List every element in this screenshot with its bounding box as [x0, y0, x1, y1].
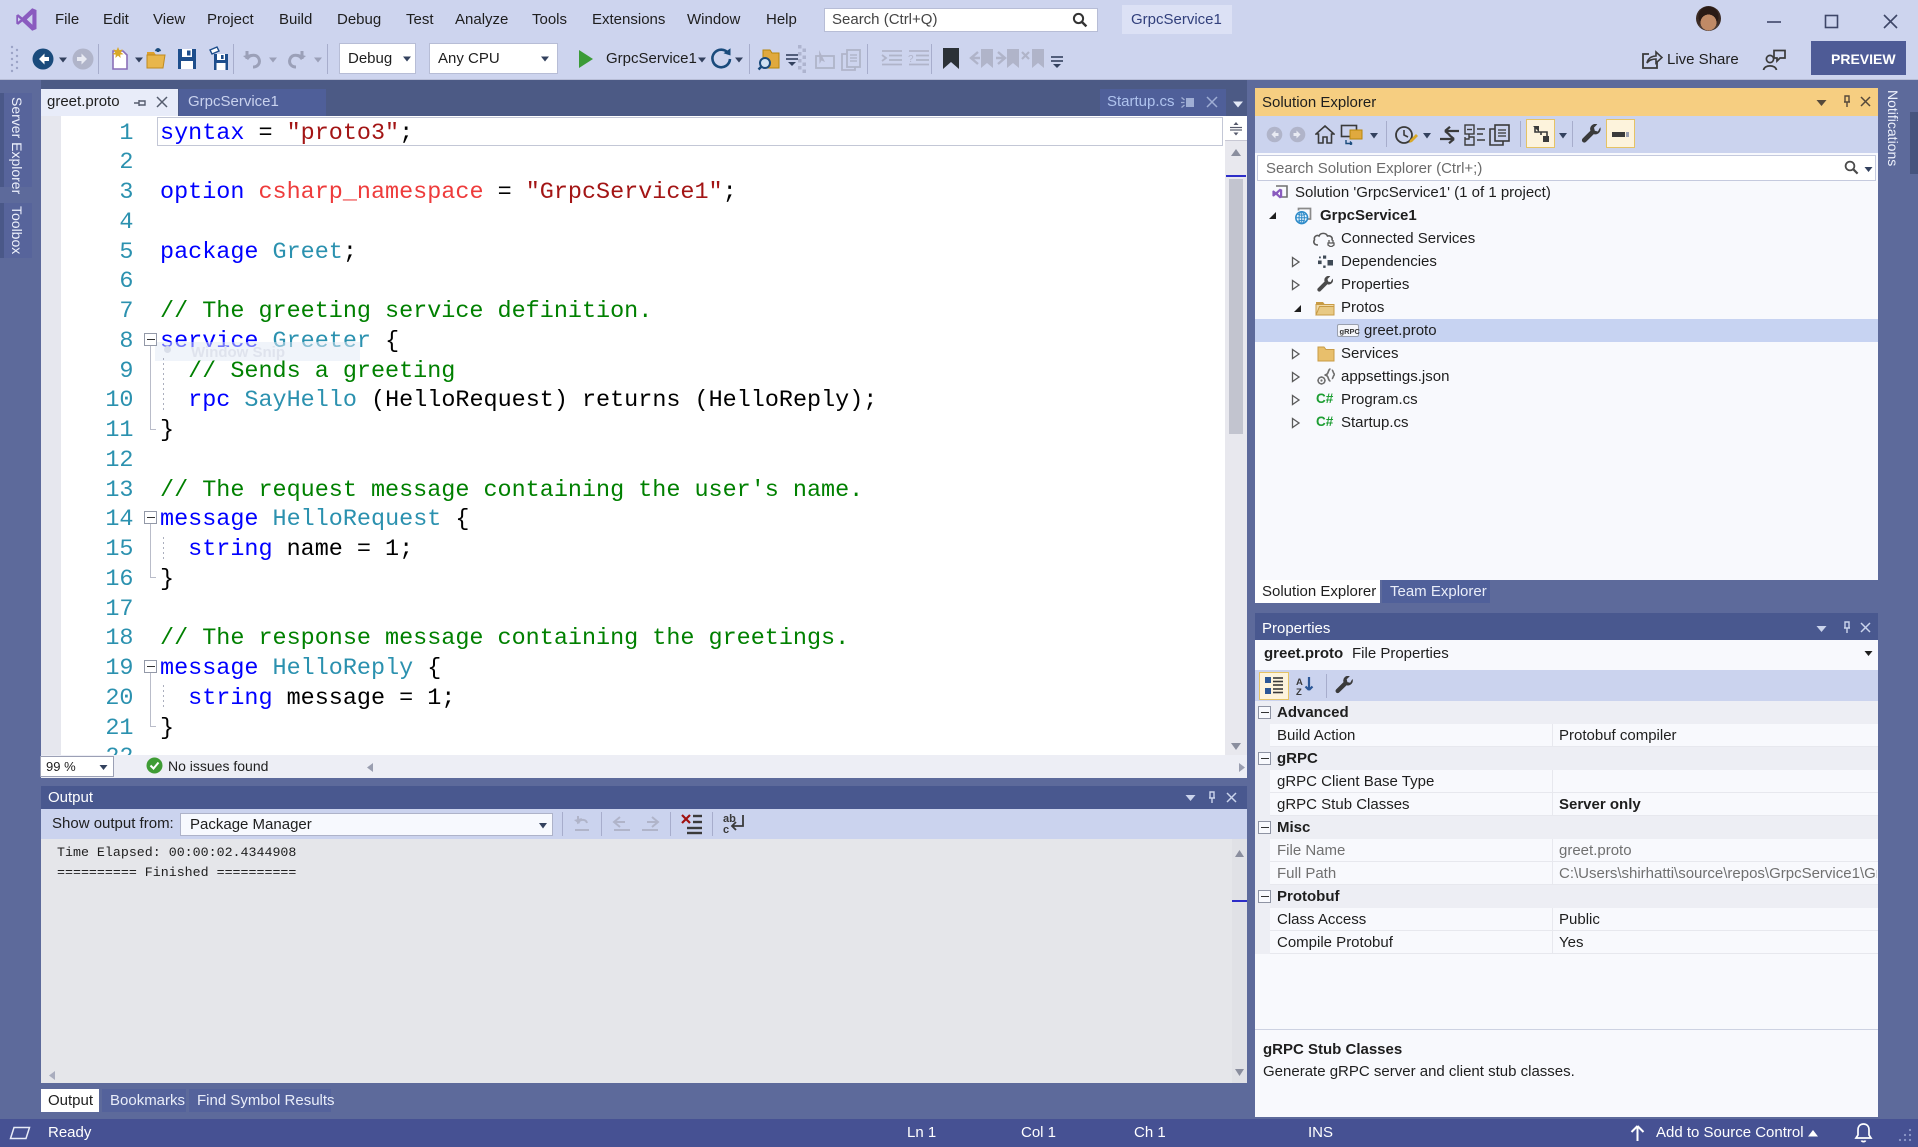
svg-text:c: c [723, 824, 729, 835]
svg-text:?: ? [908, 54, 914, 65]
svg-text:Z: Z [1296, 687, 1302, 696]
